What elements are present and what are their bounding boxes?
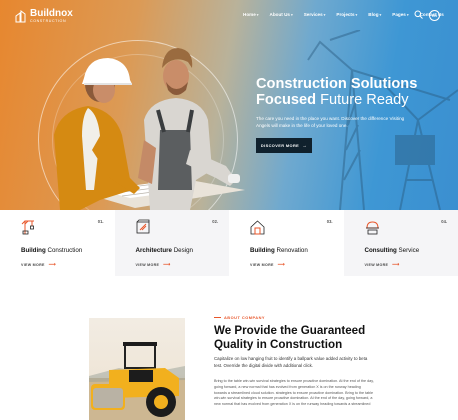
view-more-label: VIEW MORE <box>21 263 45 267</box>
service-title-rest: Construction <box>47 247 83 254</box>
road-roller-photo-image <box>89 318 185 420</box>
arrow-right-icon: ⟶ <box>392 262 400 268</box>
menu-item-label: Services <box>303 12 323 17</box>
service-title: Building Renovation <box>250 247 344 254</box>
service-number: 01. <box>97 219 104 224</box>
building-logo-icon <box>15 9 26 23</box>
menu-item-pages[interactable]: Pages ▾ <box>392 12 408 17</box>
brand-name: Buildnox <box>30 8 73 19</box>
view-more-label: VIEW MORE <box>250 263 274 267</box>
house-renovation-icon <box>250 220 265 235</box>
view-more-link[interactable]: VIEW MORE ⟶ <box>21 262 115 268</box>
blueprint-icon <box>136 219 149 234</box>
service-number: 03. <box>326 219 333 224</box>
arrow-right-icon: ⟶ <box>277 262 286 268</box>
service-title-bold: Building <box>21 247 46 254</box>
tag-dash <box>214 317 221 318</box>
service-card-consulting-service[interactable]: 04. Consulting Service VIEW MORE ⟶ <box>344 210 458 276</box>
services-strip: 01. Building Construction VIEW MORE ⟶ 02.… <box>0 210 458 276</box>
view-more-link[interactable]: VIEW MORE ⟶ <box>365 262 458 268</box>
service-title: Building Construction <box>21 247 115 254</box>
service-number: 04. <box>441 219 447 224</box>
service-title: Architecture Design <box>136 247 230 254</box>
view-more-link[interactable]: VIEW MORE ⟶ <box>250 262 344 268</box>
view-more-label: VIEW MORE <box>364 263 389 267</box>
about-title: We Provide the Guaranteed Quality in Con… <box>214 324 366 351</box>
menu-item-projects[interactable]: Projects ▾ <box>336 12 357 17</box>
arrow-right-icon: → <box>302 143 308 148</box>
service-number: 02. <box>212 219 218 224</box>
view-more-label: VIEW MORE <box>135 263 160 267</box>
hero-description: The care you need in the place you want.… <box>256 116 405 129</box>
brand-text: Buildnox CONSTRUCTION <box>30 9 73 24</box>
menu-item-label: Pages <box>392 12 406 17</box>
service-title: Consulting Service <box>365 247 458 254</box>
brand-tagline: CONSTRUCTION <box>30 19 67 23</box>
service-card-architecture-design[interactable]: 02. Architecture Design VIEW MORE ⟶ <box>115 210 230 276</box>
service-card-building-construction[interactable]: 01. Building Construction VIEW MORE ⟶ <box>0 210 115 276</box>
about-lead-text: Capitalize on low hanging fruit to ident… <box>214 356 368 368</box>
about-tag-label: ABOUT COMPANY <box>224 315 266 320</box>
service-title-rest: Renovation <box>276 247 308 254</box>
menu-item-label: About Us <box>269 12 290 17</box>
menu-item-home[interactable]: Home ▾ <box>243 12 259 17</box>
menu-item-services[interactable]: Services ▾ <box>304 12 326 17</box>
brand-logo[interactable]: Buildnox CONSTRUCTION <box>15 9 73 24</box>
service-title-bold: Building <box>250 247 275 254</box>
service-card-building-renovation[interactable]: 03. Building Renovation VIEW MORE ⟶ <box>229 210 344 276</box>
top-navigation: Buildnox CONSTRUCTION Home ▾ About Us ▾ Se… <box>0 0 458 34</box>
chevron-down-icon: ▾ <box>379 12 382 17</box>
menu-item-about[interactable]: About Us ▾ <box>270 12 293 17</box>
about-section-tag: ABOUT COMPANY <box>214 315 265 320</box>
service-title-bold: Architecture <box>135 247 172 254</box>
hero-title: Construction Solutions Focused Future Re… <box>256 76 456 108</box>
road-roller-illustration <box>89 342 185 420</box>
discover-more-label: DISCOVER MORE <box>260 143 300 148</box>
service-title-rest: Design <box>173 247 193 254</box>
hero-title-line1: Construction Solutions <box>256 76 418 92</box>
view-more-link[interactable]: VIEW MORE ⟶ <box>136 262 230 268</box>
arrow-right-icon: ⟶ <box>163 262 171 268</box>
language-switcher[interactable]: EN <box>429 10 440 21</box>
hero-section: Buildnox CONSTRUCTION Home ▾ About Us ▾ Se… <box>0 0 458 210</box>
about-body-text: Bring to the table win-win survival stra… <box>214 379 374 407</box>
chevron-down-icon: ▾ <box>256 12 259 17</box>
menu-item-label: Home <box>243 12 256 17</box>
menu-item-label: Projects <box>336 12 355 17</box>
chevron-down-icon: ▾ <box>406 12 409 17</box>
hero-title-light: Future Ready <box>320 92 409 108</box>
service-title-rest: Service <box>398 247 420 254</box>
chevron-down-icon: ▾ <box>323 12 326 17</box>
helmet-consulting-icon <box>365 221 379 235</box>
workers-photo-image <box>54 48 245 210</box>
discover-more-button[interactable]: DISCOVER MORE → <box>256 138 312 153</box>
menu-item-label: Blog <box>368 12 379 17</box>
main-menu: Home ▾ About Us ▾ Services ▾ Projects ▾ Blog… <box>243 12 455 17</box>
hero-title-bold: Focused <box>256 92 317 108</box>
arrow-right-icon: ⟶ <box>48 262 57 268</box>
chevron-down-icon: ▾ <box>290 12 293 17</box>
chevron-down-icon: ▾ <box>355 12 358 17</box>
crane-icon <box>21 220 34 235</box>
service-title-bold: Consulting <box>364 247 397 254</box>
search-icon[interactable] <box>414 10 423 19</box>
menu-item-blog[interactable]: Blog ▾ <box>368 12 381 17</box>
